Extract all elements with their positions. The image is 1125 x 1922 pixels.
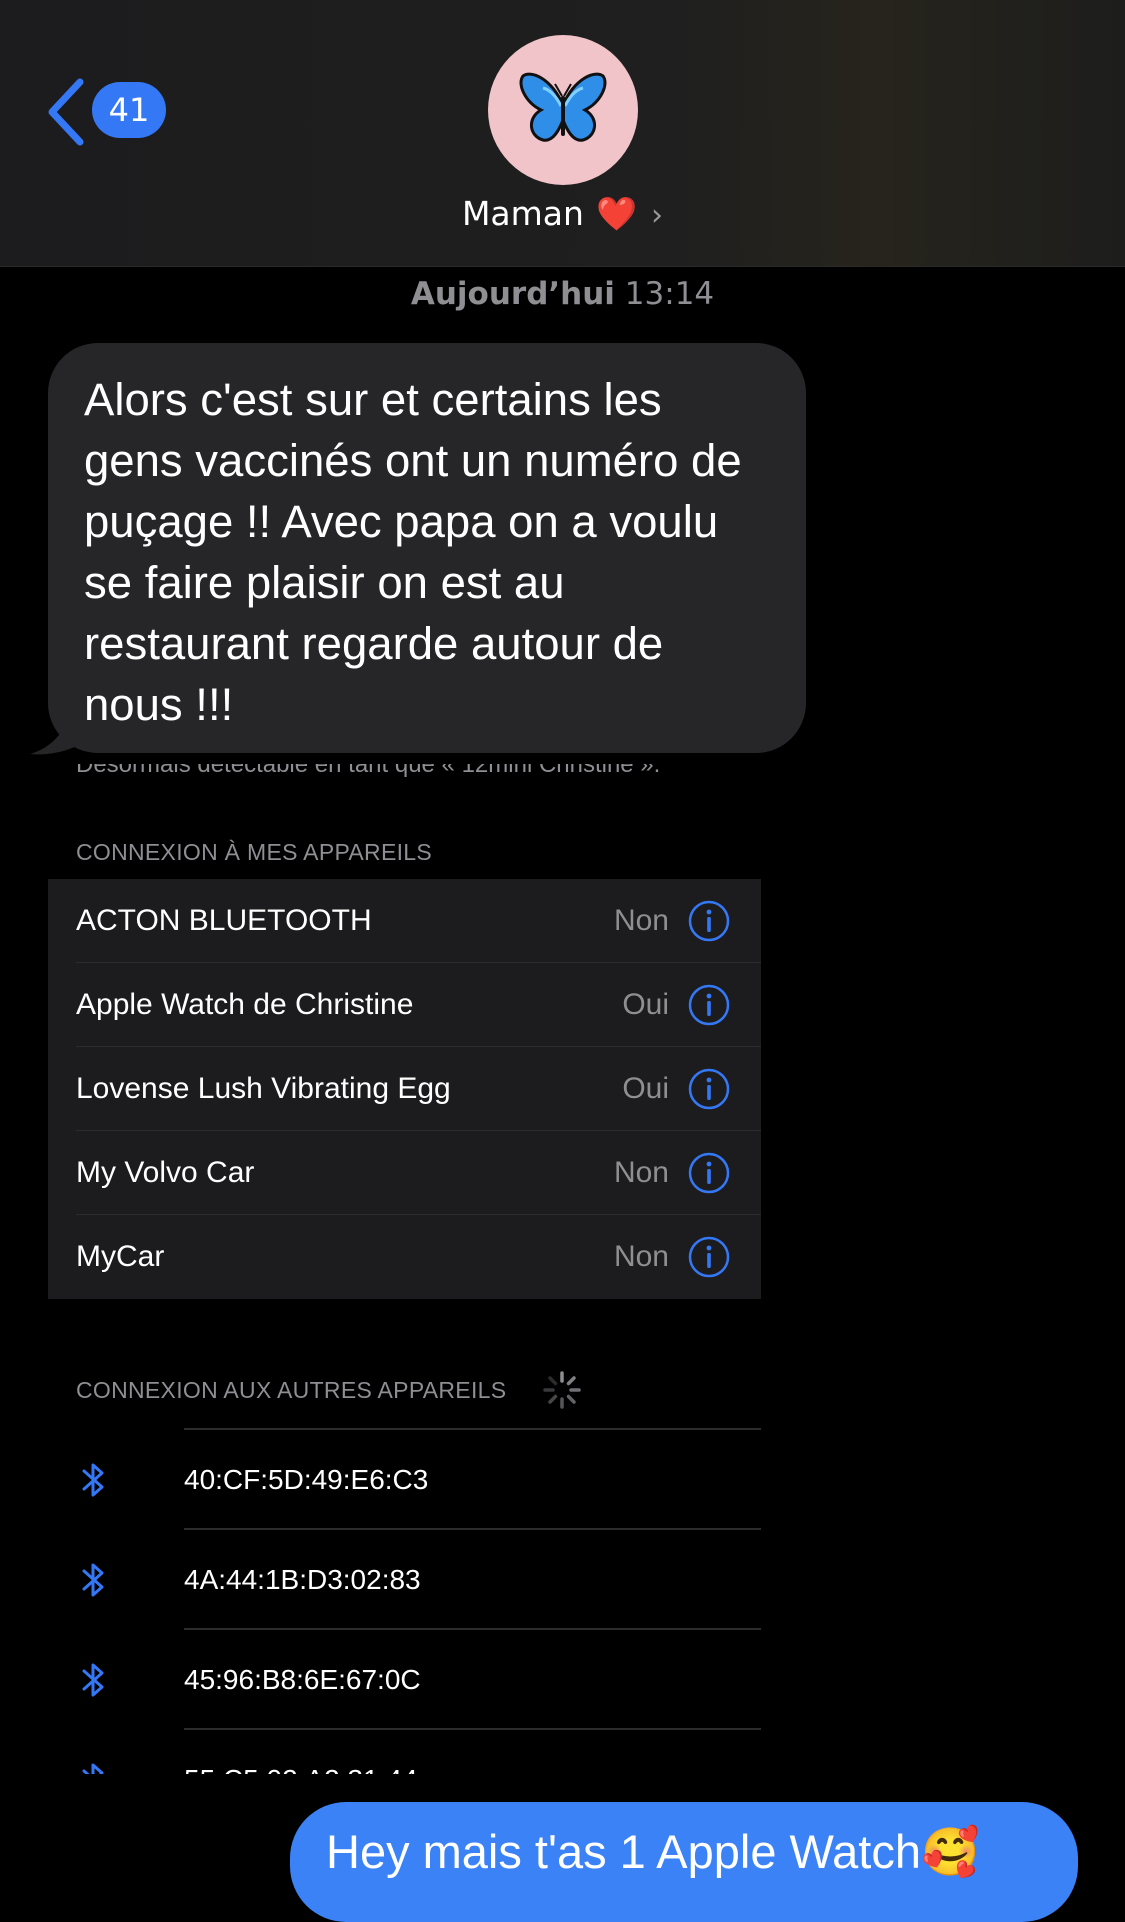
info-icon[interactable] (688, 1236, 730, 1278)
discoverable-caption: Désormais détectable en tant que « 12min… (76, 764, 660, 792)
info-icon[interactable] (688, 984, 730, 1026)
device-name: Lovense Lush Vibrating Egg (76, 1072, 451, 1105)
other-devices-header: CONNEXION AUX AUTRES APPAREILS (76, 1377, 507, 1403)
device-name: Apple Watch de Christine (76, 988, 414, 1021)
unread-count-badge: 41 (92, 82, 166, 138)
other-device-row[interactable]: 40:CF:5D:49:E6:C3 (0, 1430, 761, 1530)
bluetooth-icon (82, 1563, 104, 1597)
contact-avatar[interactable] (488, 35, 638, 185)
received-message-text: Alors c'est sur et certains les gens vac… (84, 374, 742, 730)
chevron-right-icon: › (651, 198, 664, 233)
device-address: 40:CF:5D:49:E6:C3 (184, 1464, 429, 1495)
device-row[interactable]: Lovense Lush Vibrating Egg Oui (48, 1047, 761, 1131)
device-status: Oui (622, 1072, 669, 1105)
conversation-header: 41 Maman ❤️ › (0, 0, 1125, 267)
info-icon[interactable] (688, 900, 730, 942)
info-icon[interactable] (688, 1152, 730, 1194)
device-name: MyCar (76, 1240, 165, 1273)
my-devices-header: CONNEXION À MES APPAREILS (76, 839, 433, 865)
device-address: 45:96:B8:6E:67:0C (184, 1664, 421, 1695)
timestamp-time: 13:14 (624, 276, 715, 312)
device-row[interactable]: ACTON BLUETOOTH Non (48, 879, 761, 963)
device-status: Non (613, 1156, 669, 1189)
other-device-row[interactable]: 4A:44:1B:D3:02:83 (0, 1530, 761, 1630)
heart-emoji: ❤️ (595, 194, 638, 233)
sent-message-bubble[interactable]: Hey mais t'as 1 Apple Watch🥰 (290, 1802, 1078, 1922)
device-status: Oui (622, 988, 669, 1021)
device-address: 4A:44:1B:D3:02:83 (184, 1564, 421, 1595)
butterfly-icon (519, 72, 607, 142)
my-devices-list: ACTON BLUETOOTH Non Apple Watch de Chris… (48, 879, 761, 1299)
bluetooth-icon (82, 1463, 104, 1497)
device-status: Non (613, 1240, 669, 1273)
info-icon[interactable] (688, 1068, 730, 1110)
device-name: My Volvo Car (76, 1156, 255, 1189)
contact-name-button[interactable]: Maman ❤️ › (0, 194, 1125, 234)
caption-text: Désormais détectable en tant que « 12min… (76, 764, 661, 778)
device-status: Non (613, 904, 669, 937)
contact-name: Maman (461, 194, 584, 233)
other-device-row[interactable]: 45:96:B8:6E:67:0C (0, 1630, 761, 1730)
message-timestamp: Aujourd’hui 13:14 (0, 276, 1125, 312)
other-device-row[interactable]: 55:C5:02:A2:31:44 (0, 1730, 761, 1774)
timestamp-day: Aujourd’hui (410, 276, 615, 312)
device-row[interactable]: Apple Watch de Christine Oui (48, 963, 761, 1047)
device-row[interactable]: MyCar Non (48, 1215, 761, 1299)
bluetooth-icon (82, 1663, 104, 1697)
chevron-left-icon (48, 78, 84, 146)
loading-spinner-icon (543, 1371, 581, 1409)
bluetooth-icon (82, 1763, 104, 1774)
device-name: ACTON BLUETOOTH (76, 904, 372, 937)
device-address: 55:C5:02:A2:31:44 (184, 1730, 418, 1774)
sent-message-text: Hey mais t'as 1 Apple Watch🥰 (326, 1825, 980, 1878)
received-message-bubble[interactable]: Alors c'est sur et certains les gens vac… (48, 343, 806, 753)
device-row[interactable]: My Volvo Car Non (48, 1131, 761, 1215)
back-button[interactable]: 41 (46, 78, 166, 146)
